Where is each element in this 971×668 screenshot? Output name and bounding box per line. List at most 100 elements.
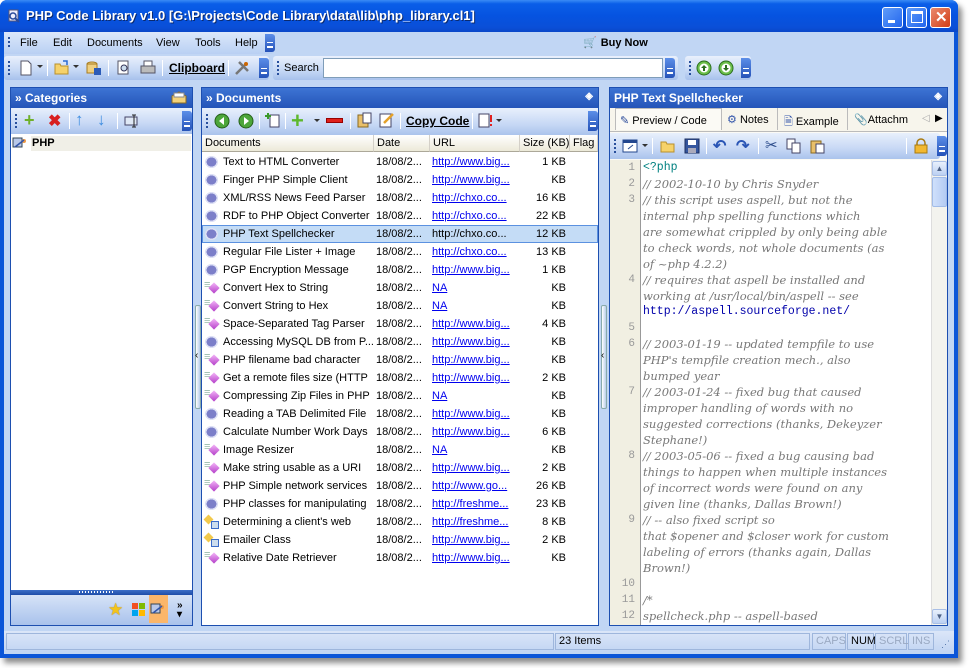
search-toolbar-grip[interactable] xyxy=(277,61,279,75)
categories-overflow-chevron[interactable] xyxy=(182,111,192,131)
resize-grip-icon[interactable]: ⋰ xyxy=(941,639,950,650)
document-url[interactable]: http://www.big... xyxy=(432,174,522,186)
flag-dropdown-arrow[interactable] xyxy=(496,119,502,125)
back-icon[interactable] xyxy=(214,113,230,129)
menu-tools[interactable]: Tools xyxy=(195,37,221,49)
document-row[interactable]: PHP Simple network services 18/08/2... htt… xyxy=(202,477,598,495)
windows-logo-icon[interactable] xyxy=(130,601,147,618)
document-url[interactable]: NA xyxy=(432,390,522,402)
code-text[interactable]: <?php // 2002-10-10 by Chris Snyder // thi… xyxy=(643,161,933,625)
move-up-icon[interactable]: ↑ xyxy=(75,110,84,130)
document-url[interactable]: http://freshme... xyxy=(432,498,522,510)
document-row[interactable]: PHP Text Spellchecker 18/08/2... http://ch… xyxy=(202,225,598,243)
tab-scroll-left-icon[interactable]: ◁ xyxy=(922,113,930,124)
column-header-url[interactable]: URL xyxy=(430,135,520,152)
close-button[interactable]: ✕ xyxy=(930,7,951,28)
document-url[interactable]: NA xyxy=(432,300,522,312)
edit-icon[interactable] xyxy=(379,112,395,128)
document-row[interactable]: Finger PHP Simple Client 18/08/2... http:/… xyxy=(202,171,598,189)
add-dropdown-arrow[interactable] xyxy=(314,119,320,125)
document-url[interactable]: http://www.big... xyxy=(432,318,522,330)
scroll-thumb[interactable] xyxy=(932,177,947,207)
tab-notes[interactable]: ⚙ Notes xyxy=(723,108,778,130)
tools-icon[interactable] xyxy=(234,60,250,76)
documents-overflow-chevron[interactable] xyxy=(588,111,598,131)
open-folder-icon[interactable] xyxy=(54,60,70,76)
column-header-documents[interactable]: Documents xyxy=(202,135,374,152)
document-row[interactable]: PHP filename bad character 18/08/2... http… xyxy=(202,351,598,369)
menu-documents[interactable]: Documents xyxy=(87,37,143,49)
document-row[interactable]: RDF to PHP Object Converter 18/08/2... htt… xyxy=(202,207,598,225)
document-row[interactable]: Compressing Zip Files in PHP 18/08/2... NA… xyxy=(202,387,598,405)
flag-priority-icon[interactable] xyxy=(478,112,494,128)
editor-toolbar-grip[interactable] xyxy=(614,139,616,153)
document-url[interactable]: NA xyxy=(432,282,522,294)
document-url[interactable]: http://www.big... xyxy=(432,354,522,366)
new-document-icon[interactable] xyxy=(18,60,34,76)
new-dropdown-arrow[interactable] xyxy=(37,65,43,71)
document-row[interactable]: Determining a client's web 18/08/2... http… xyxy=(202,513,598,531)
document-url[interactable]: http://www.big... xyxy=(432,552,522,564)
document-row[interactable]: PHP classes for manipulating 18/08/2... ht… xyxy=(202,495,598,513)
maximize-button[interactable] xyxy=(906,7,927,28)
document-row[interactable]: Text to HTML Converter 18/08/2... http://w… xyxy=(202,153,598,171)
document-url[interactable]: http://www.big... xyxy=(432,462,522,474)
view-dropdown-arrow[interactable] xyxy=(642,144,648,150)
tab-example[interactable]: 🗎 Example xyxy=(780,108,848,130)
search-overflow-chevron[interactable] xyxy=(665,58,675,78)
delete-icon[interactable]: ✖ xyxy=(48,111,61,131)
column-header-date[interactable]: Date xyxy=(374,135,430,152)
document-url[interactable]: http://chxo.co... xyxy=(432,228,522,240)
cut-icon[interactable]: ✂ xyxy=(765,136,778,154)
down-arrow-icon[interactable] xyxy=(718,60,734,76)
menu-grip[interactable] xyxy=(8,37,10,49)
move-down-icon[interactable]: ↓ xyxy=(97,110,106,130)
document-url[interactable]: http://freshme... xyxy=(432,516,522,528)
copy-icon[interactable] xyxy=(786,138,802,154)
scroll-up-button[interactable]: ▲ xyxy=(932,161,947,176)
more-chevron-icon[interactable]: » ▾ xyxy=(177,601,183,620)
print-preview-icon[interactable] xyxy=(116,60,132,76)
document-row[interactable]: Reading a TAB Delimited File 18/08/2... ht… xyxy=(202,405,598,423)
open-folder-icon[interactable] xyxy=(660,138,676,154)
document-row[interactable]: Convert Hex to String 18/08/2... NA KB xyxy=(202,279,598,297)
document-url[interactable]: http://www.big... xyxy=(432,156,522,168)
document-row[interactable]: Space-Separated Tag Parser 18/08/2... http… xyxy=(202,315,598,333)
search-input[interactable] xyxy=(323,58,663,78)
document-url[interactable]: http://www.big... xyxy=(432,336,522,348)
favorites-star-icon[interactable]: ★ xyxy=(108,600,123,620)
scroll-down-button[interactable]: ▼ xyxy=(932,609,947,624)
document-row[interactable]: Relative Date Retriever 18/08/2... http://… xyxy=(202,549,598,567)
remove-document-icon[interactable] xyxy=(326,118,343,123)
category-view-button[interactable] xyxy=(149,595,168,623)
document-url[interactable]: http://www.big... xyxy=(432,534,522,546)
paste-icon[interactable] xyxy=(356,112,372,128)
document-row[interactable]: Get a remote files size (HTTP 18/08/2... h… xyxy=(202,369,598,387)
nav-overflow-chevron[interactable] xyxy=(741,58,751,78)
copy-code-button[interactable]: Copy Code xyxy=(406,114,469,128)
preview-collapse-splitter[interactable]: ‹ xyxy=(601,305,607,409)
tab-scroll-right-icon[interactable]: ▶ xyxy=(935,113,943,124)
add-icon[interactable]: + xyxy=(24,110,35,131)
document-row[interactable]: Convert String to Hex 18/08/2... NA KB xyxy=(202,297,598,315)
menu-file[interactable]: File xyxy=(20,37,38,49)
undo-icon[interactable]: ↶ xyxy=(713,136,726,156)
document-url[interactable]: http://www.big... xyxy=(432,426,522,438)
open-dropdown-arrow[interactable] xyxy=(73,65,79,71)
clipboard-button[interactable]: Clipboard xyxy=(169,61,225,75)
database-save-icon[interactable] xyxy=(86,60,102,76)
menu-edit[interactable]: Edit xyxy=(53,37,72,49)
toolbar-overflow-chevron[interactable] xyxy=(259,58,269,78)
nav-toolbar-grip[interactable] xyxy=(689,61,691,75)
title-bar[interactable]: PHP Code Library v1.0 [G:\Projects\Code … xyxy=(0,0,958,32)
buy-now-link[interactable]: 🛒 Buy Now xyxy=(583,36,648,49)
pin-icon[interactable]: ◈ xyxy=(934,91,942,102)
tab-attachments[interactable]: 📎Attachm xyxy=(850,108,916,130)
menu-help[interactable]: Help xyxy=(235,37,258,49)
document-url[interactable]: http://chxo.co... xyxy=(432,192,522,204)
document-row[interactable]: Emailer Class 18/08/2... http://www.big...… xyxy=(202,531,598,549)
new-document-add-icon[interactable] xyxy=(265,112,281,128)
print-icon[interactable] xyxy=(140,60,156,76)
paste-icon[interactable] xyxy=(809,138,825,154)
code-scrollbar[interactable]: ▲ ▼ xyxy=(931,160,947,625)
